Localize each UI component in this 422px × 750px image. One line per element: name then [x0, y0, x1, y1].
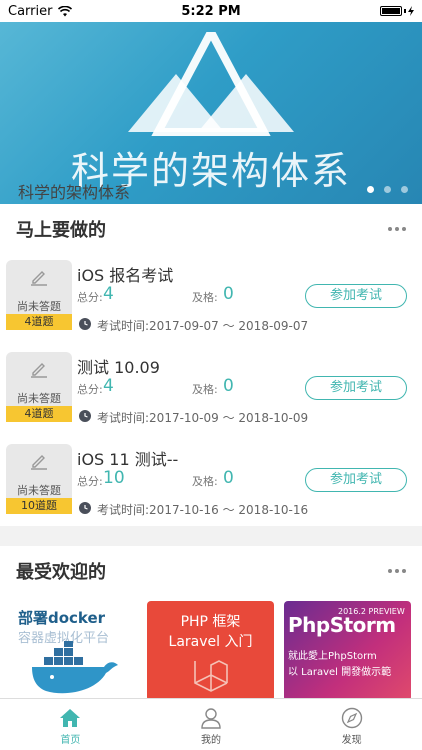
exam-time: 考试时间:2017-10-16 ～ 2018-10-16	[97, 503, 309, 517]
more-icon[interactable]	[388, 221, 406, 237]
score-value: 10	[103, 468, 125, 488]
tab-bar: 首页 我的 发现	[0, 698, 422, 750]
exam-item[interactable]: 尚未答题 4道题 iOS 报名考试 总分: 4 及格: 0 参加考试 考试时间:…	[0, 254, 422, 346]
pass-label: 及格:	[192, 291, 218, 304]
exam-name: 测试 10.09	[77, 358, 160, 377]
page-dot[interactable]	[367, 186, 374, 193]
score-value: 4	[103, 376, 114, 396]
exam-thumbnail: 尚未答题 4道题	[6, 352, 72, 422]
banner-caption: 科学的架构体系	[18, 183, 131, 202]
tab-label: 首页	[60, 735, 81, 746]
laravel-logo-icon	[194, 660, 228, 692]
page-indicator[interactable]	[367, 186, 408, 193]
section-title: 最受欢迎的	[16, 562, 106, 583]
score-label: 总分:	[77, 475, 103, 488]
user-icon	[201, 708, 221, 729]
course-title: 部署docker	[18, 609, 106, 627]
course-card-php[interactable]: PHP 框架 Laravel 入门	[147, 601, 274, 698]
page-dot[interactable]	[401, 186, 408, 193]
course-subtitle: Laravel 入门	[168, 634, 253, 650]
clock-icon	[79, 318, 91, 330]
home-icon	[60, 709, 81, 727]
answer-status: 尚未答题	[17, 484, 61, 497]
exam-name: iOS 11 测试--	[77, 450, 179, 469]
join-exam-button[interactable]: 参加考试	[305, 468, 407, 492]
score-label: 总分:	[77, 383, 103, 396]
exam-name: iOS 报名考试	[77, 266, 174, 285]
wifi-icon	[58, 5, 73, 16]
course-title: PHP 框架	[180, 614, 241, 630]
carrier-label: Carrier	[8, 3, 53, 19]
course-card-docker[interactable]: 部署docker 容器虚拟化平台	[10, 601, 137, 698]
charging-icon	[408, 6, 414, 16]
mountain-logo-icon	[128, 32, 294, 136]
exam-item[interactable]: 尚未答题 10道题 iOS 11 测试-- 总分: 10 及格: 0 参加考试 …	[0, 438, 422, 530]
pen-icon	[31, 455, 47, 470]
answer-status: 尚未答题	[17, 392, 61, 405]
pen-icon	[31, 363, 47, 378]
exam-item[interactable]: 尚未答题 4道题 测试 10.09 总分: 4 及格: 0 参加考试 考试时间:…	[0, 346, 422, 438]
banner-carousel[interactable]: 科学的架构体系 科学的架构体系	[0, 22, 422, 204]
more-icon[interactable]	[388, 563, 406, 579]
page-dot[interactable]	[384, 186, 391, 193]
battery-icon	[380, 6, 414, 16]
popular-section: 最受欢迎的 部署docker 容器虚拟化平台 PHP 框架 Laravel 入门	[0, 546, 422, 698]
tab-home[interactable]: 首页	[0, 699, 141, 750]
answer-status: 尚未答题	[17, 300, 61, 313]
pass-value: 0	[223, 468, 234, 488]
tab-label: 发现	[341, 735, 362, 746]
score-value: 4	[103, 284, 114, 304]
docker-whale-icon	[32, 641, 118, 694]
course-card-phpstorm[interactable]: 2016.2 PREVIEW PhpStorm 就此愛上PhpStorm 以 L…	[284, 601, 411, 698]
compass-icon	[341, 707, 362, 729]
status-bar: Carrier 5:22 PM	[0, 0, 422, 22]
pass-value: 0	[223, 376, 234, 396]
todo-section: 马上要做的 尚未答题 4道题 iOS 报名考试 总分: 4 及格: 0 参加考试…	[0, 204, 422, 526]
course-subtitle: 就此愛上PhpStorm	[288, 651, 377, 662]
pen-icon	[31, 271, 47, 286]
clock-icon	[79, 502, 91, 514]
tab-label: 我的	[201, 735, 221, 746]
tab-discover[interactable]: 发现	[281, 699, 422, 750]
exam-thumbnail: 尚未答题 4道题	[6, 260, 72, 330]
pass-label: 及格:	[192, 475, 218, 488]
exam-time: 考试时间:2017-09-07 ～ 2018-09-07	[97, 319, 309, 333]
question-count-badge: 4道题	[6, 406, 72, 422]
course-subtitle: 以 Laravel 開發做示範	[288, 667, 392, 678]
clock-icon	[79, 410, 91, 422]
exam-thumbnail: 尚未答题 10道题	[6, 444, 72, 514]
question-count-badge: 10道题	[6, 498, 72, 514]
question-count-badge: 4道题	[6, 314, 72, 330]
join-exam-button[interactable]: 参加考试	[305, 376, 407, 400]
section-title: 马上要做的	[16, 220, 106, 241]
pass-label: 及格:	[192, 383, 218, 396]
pass-value: 0	[223, 284, 234, 304]
tab-mine[interactable]: 我的	[141, 699, 282, 750]
join-exam-button[interactable]: 参加考试	[305, 284, 407, 308]
score-label: 总分:	[77, 291, 103, 304]
course-title: PhpStorm	[288, 613, 396, 637]
exam-time: 考试时间:2017-10-09 ～ 2018-10-09	[97, 411, 309, 425]
